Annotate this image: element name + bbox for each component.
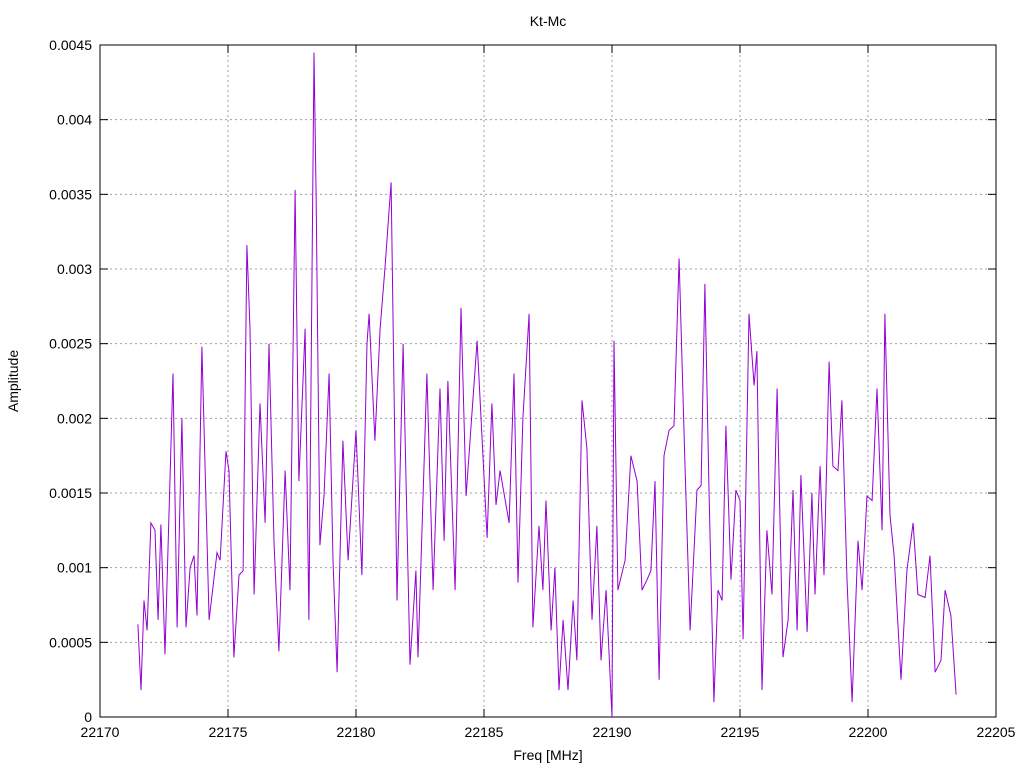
y-tick-label: 0.0035	[49, 186, 92, 202]
plot-border	[99, 44, 997, 718]
y-tick-label: 0.0005	[49, 634, 92, 650]
x-tick-label: 22180	[337, 724, 376, 740]
y-tick-label: 0.002	[57, 410, 92, 426]
y-tick-label: 0.0015	[49, 485, 92, 501]
y-tick-label: 0.004	[57, 112, 92, 128]
y-axis-label: Amplitude	[5, 350, 21, 412]
x-tick-label: 22170	[81, 724, 120, 740]
y-tick-label: 0.0025	[49, 336, 92, 352]
x-axis-label: Freq [MHz]	[513, 747, 582, 763]
axis-ticks: 22170 22175 22180 22185 22190 22195 22200 22205…	[49, 37, 1016, 740]
x-tick-label: 22190	[593, 724, 632, 740]
chart-title: Kt-Mc	[530, 13, 567, 29]
series-line-kt-mc	[137, 52, 957, 718]
grid	[100, 45, 996, 717]
x-tick-label: 22185	[465, 724, 504, 740]
y-tick-label: 0.001	[57, 560, 92, 576]
y-tick-label: 0.003	[57, 261, 92, 277]
x-tick-label: 22205	[977, 724, 1016, 740]
x-tick-label: 22175	[209, 724, 248, 740]
y-tick-label: 0.0045	[49, 37, 92, 53]
x-tick-label: 22195	[721, 724, 760, 740]
x-tick-label: 22200	[849, 724, 888, 740]
chart: 22170 22175 22180 22185 22190 22195 22200 22205…	[5, 13, 1016, 763]
y-tick-label: 0	[84, 709, 92, 725]
